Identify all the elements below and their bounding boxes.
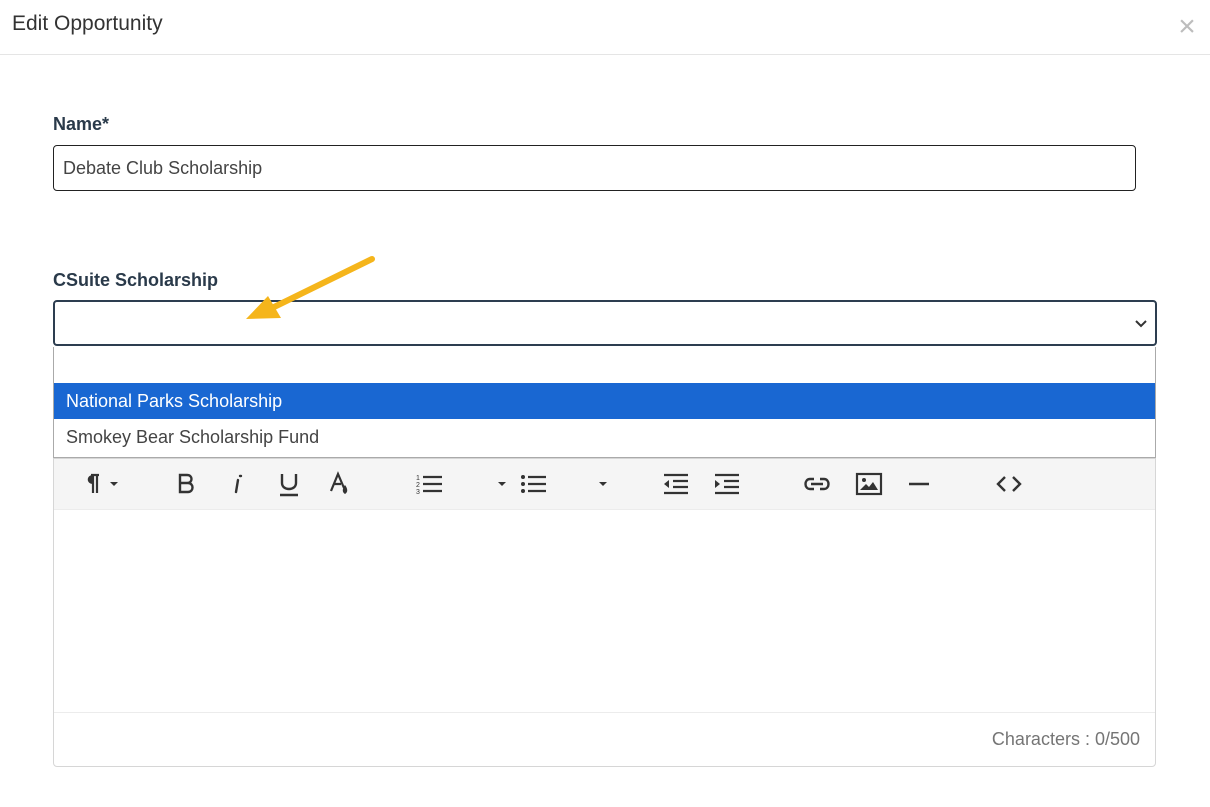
underline-button[interactable] xyxy=(276,471,302,497)
svg-text:3: 3 xyxy=(416,489,420,496)
scholarship-select[interactable] xyxy=(53,300,1157,346)
editor-toolbar: 1 2 3 xyxy=(54,459,1155,510)
outdent-icon xyxy=(664,473,688,495)
dialog-header: Edit Opportunity × xyxy=(0,0,1210,55)
unordered-list-icon xyxy=(521,475,546,493)
ordered-list-button[interactable]: 1 2 3 xyxy=(414,471,446,497)
name-input[interactable] xyxy=(53,145,1136,191)
scholarship-label: CSuite Scholarship xyxy=(53,270,219,290)
italic-button[interactable] xyxy=(225,471,251,497)
outdent-button[interactable] xyxy=(661,471,691,497)
dropdown-search-row[interactable] xyxy=(54,347,1155,383)
insert-image-icon xyxy=(855,472,883,496)
svg-text:2: 2 xyxy=(416,482,420,489)
paragraph-format-icon xyxy=(87,473,118,493)
text-color-icon xyxy=(329,471,348,494)
ordered-list-options-button[interactable] xyxy=(492,471,512,497)
name-label: Name* xyxy=(53,114,110,134)
editor-footer: Characters : 0/500 xyxy=(54,712,1155,767)
svg-text:1: 1 xyxy=(416,475,420,482)
dialog-title: Edit Opportunity xyxy=(12,12,163,35)
text-color-button[interactable] xyxy=(327,471,353,497)
ordered-list-icon: 1 2 3 xyxy=(416,475,442,496)
insert-link-button[interactable] xyxy=(801,471,833,497)
code-view-button[interactable] xyxy=(994,471,1024,497)
bold-icon xyxy=(178,473,194,494)
horizontal-line-button[interactable] xyxy=(906,471,932,497)
unordered-list-options-button[interactable] xyxy=(593,471,613,497)
indent-button[interactable] xyxy=(712,471,742,497)
indent-icon xyxy=(715,473,739,495)
chevron-down-icon xyxy=(1135,320,1147,328)
code-view-icon xyxy=(996,476,1022,492)
editor-content-area[interactable] xyxy=(54,510,1155,712)
caret-down-icon xyxy=(599,482,607,486)
bold-button[interactable] xyxy=(173,471,199,497)
character-counter: Characters : 0/500 xyxy=(991,729,1140,749)
dropdown-option-smokey-bear[interactable]: Smokey Bear Scholarship Fund xyxy=(54,419,1155,455)
close-icon[interactable]: × xyxy=(1174,12,1200,42)
dropdown-option-national-parks[interactable]: National Parks Scholarship xyxy=(54,383,1155,419)
insert-link-icon xyxy=(804,477,830,491)
caret-down-icon xyxy=(498,482,506,486)
underline-icon xyxy=(280,474,298,497)
rich-text-editor: 1 2 3 Characters: 0/500 xyxy=(53,458,1156,767)
paragraph-format-button[interactable] xyxy=(80,471,122,497)
unordered-list-button[interactable] xyxy=(518,471,550,497)
scholarship-dropdown: National Parks Scholarship Smokey Bear S… xyxy=(53,347,1156,458)
italic-icon xyxy=(234,474,243,494)
horizontal-line-icon xyxy=(909,482,929,486)
insert-image-button[interactable] xyxy=(854,471,884,497)
